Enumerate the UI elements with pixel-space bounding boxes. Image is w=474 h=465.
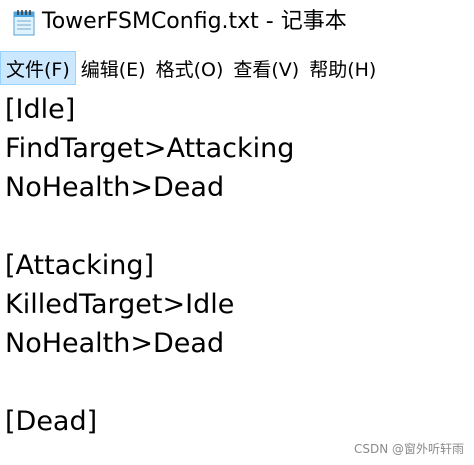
menu-bar: 文件(F) 编辑(E) 格式(O) 查看(V) 帮助(H) (0, 50, 474, 86)
title-bar[interactable]: TowerFSMConfig.txt - 记事本 (0, 0, 474, 46)
editor-line: NoHealth>Dead (5, 328, 225, 359)
menu-format[interactable]: 格式(O) (151, 51, 229, 85)
editor-line: [Dead] (5, 406, 98, 437)
window-title: TowerFSMConfig.txt - 记事本 (42, 9, 347, 34)
editor-line: KilledTarget>Idle (5, 289, 235, 320)
menu-view[interactable]: 查看(V) (228, 51, 304, 85)
editor-line: FindTarget>Attacking (5, 133, 295, 164)
editor-line: [Idle] (5, 94, 76, 125)
text-editor[interactable]: [Idle] FindTarget>Attacking NoHealth>Dea… (0, 88, 474, 465)
menu-file[interactable]: 文件(F) (0, 51, 76, 85)
editor-line: NoHealth>Dead (5, 172, 225, 203)
notepad-window: TowerFSMConfig.txt - 记事本 文件(F) 编辑(E) 格式(… (0, 0, 474, 465)
notepad-icon (12, 8, 36, 36)
watermark-text: CSDN @窗外听轩雨 (353, 442, 464, 456)
menu-edit[interactable]: 编辑(E) (76, 51, 151, 85)
menu-help[interactable]: 帮助(H) (304, 51, 381, 85)
editor-line: [Attacking] (5, 250, 155, 281)
